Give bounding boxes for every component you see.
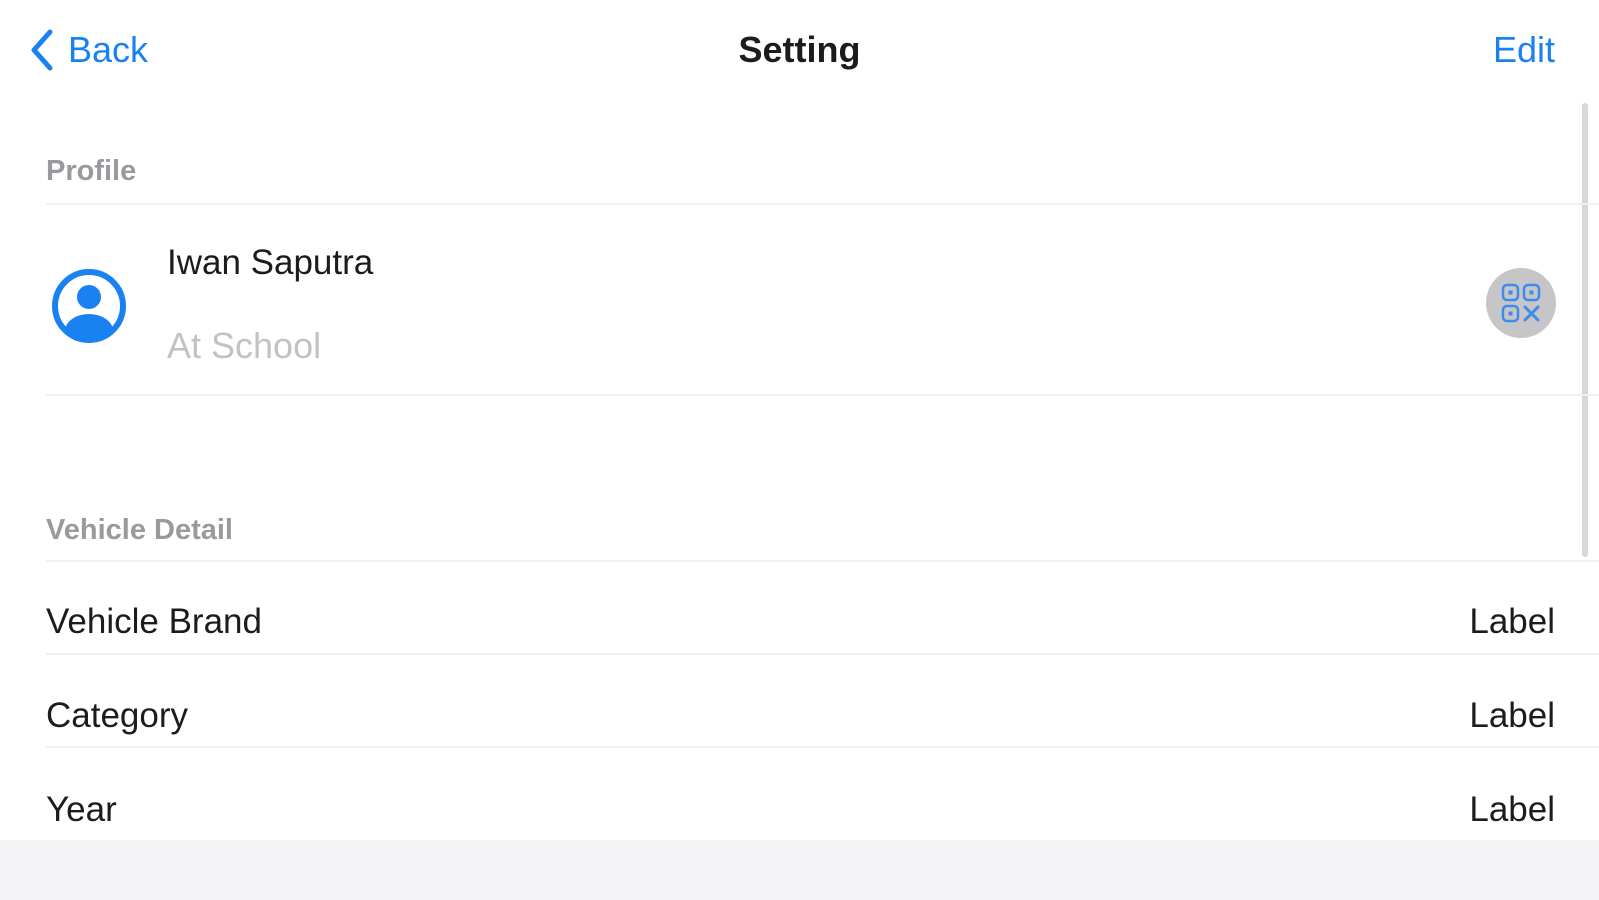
divider — [46, 653, 1599, 655]
row-value: Label — [1469, 790, 1555, 829]
vehicle-section-header: Vehicle Detail — [46, 514, 233, 546]
qr-code-icon — [1501, 283, 1541, 323]
back-label: Back — [68, 29, 149, 70]
scroll-indicator[interactable] — [1582, 103, 1588, 557]
category-row[interactable]: Category Label — [46, 686, 1555, 746]
divider — [46, 746, 1599, 748]
qr-code-button[interactable] — [1486, 268, 1556, 338]
navigation-bar: Back Setting Edit — [0, 0, 1599, 100]
row-value: Label — [1469, 696, 1555, 735]
row-label: Vehicle Brand — [46, 602, 262, 641]
bottom-bar — [0, 840, 1599, 900]
profile-section-header: Profile — [46, 155, 137, 187]
divider — [46, 203, 1599, 205]
page-title: Setting — [738, 29, 861, 70]
chevron-left-icon — [31, 29, 53, 71]
user-circle-icon — [52, 269, 126, 343]
divider — [46, 394, 1599, 396]
row-label: Category — [46, 696, 189, 735]
back-button[interactable]: Back — [30, 26, 148, 74]
profile-status: At School — [167, 325, 322, 366]
year-row[interactable]: Year Label — [46, 780, 1555, 840]
row-value: Label — [1469, 602, 1555, 641]
edit-button[interactable]: Edit — [1493, 26, 1555, 74]
vehicle-brand-row[interactable]: Vehicle Brand Label — [46, 592, 1555, 652]
profile-name: Iwan Saputra — [167, 243, 374, 282]
row-label: Year — [46, 790, 117, 829]
divider — [46, 560, 1599, 562]
